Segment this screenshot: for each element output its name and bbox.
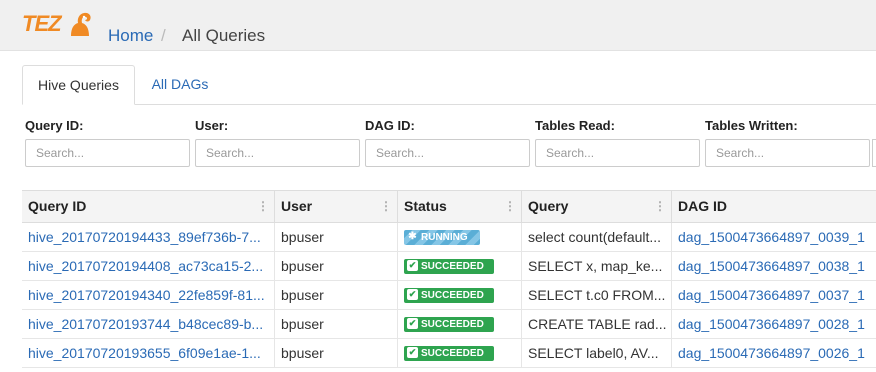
column-resize-grip-icon[interactable]: ⋮ [504, 191, 516, 222]
checkmark-icon: ✔ [407, 259, 418, 271]
dag-id-search-input[interactable] [365, 139, 530, 167]
table-header: Query ID ⋮ User ⋮ Status ⋮ Query ⋮ DAG ID [22, 191, 876, 223]
dag-id-link[interactable]: dag_1500473664897_0028_1 [671, 310, 876, 338]
user-cell: bpuser [274, 281, 397, 309]
filter-query-id: Query ID: [25, 118, 190, 167]
status-badge-succeeded: ✔ SUCCEEDED [404, 317, 494, 332]
query-id-link[interactable]: hive_20170720194408_ac73ca15-2... [22, 252, 274, 280]
status-cell: ✔ SUCCEEDED [397, 310, 521, 338]
column-header-query-id[interactable]: Query ID ⋮ [22, 191, 274, 222]
breadcrumb-current: All Queries [182, 26, 266, 45]
tez-camel-icon [71, 12, 91, 37]
column-header-label: User [281, 198, 313, 214]
spinner-icon: ✱ [408, 230, 417, 242]
table-row: hive_20170720193744_b48cec89-b... bpuser… [22, 310, 876, 339]
status-badge-succeeded: ✔ SUCCEEDED [404, 288, 494, 303]
dag-id-link[interactable]: dag_1500473664897_0038_1 [671, 252, 876, 280]
table-row: hive_20170720193655_6f09e1ae-1... bpuser… [22, 339, 876, 368]
query-cell: select count(default... [521, 223, 671, 251]
status-badge-running: ✱ RUNNING [404, 230, 480, 245]
query-id-link[interactable]: hive_20170720194340_22fe859f-81... [22, 281, 274, 309]
dag-id-link[interactable]: dag_1500473664897_0037_1 [671, 281, 876, 309]
checkmark-icon: ✔ [407, 317, 418, 329]
column-header-label: Query [528, 198, 569, 214]
user-cell: bpuser [274, 252, 397, 280]
column-header-label: Status [404, 198, 447, 214]
column-header-label: DAG ID [678, 198, 727, 214]
filter-tables-read: Tables Read: [535, 118, 700, 167]
status-badge-succeeded: ✔ SUCCEEDED [404, 259, 494, 274]
user-cell: bpuser [274, 223, 397, 251]
table-row: hive_20170720194408_ac73ca15-2... bpuser… [22, 252, 876, 281]
status-badge-label: SUCCEEDED [421, 261, 484, 272]
column-resize-grip-icon[interactable]: ⋮ [257, 191, 269, 222]
filter-label-user: User: [195, 118, 229, 133]
user-search-input[interactable] [195, 139, 360, 167]
filter-label-tables-read: Tables Read: [535, 118, 615, 133]
status-badge-label: SUCCEEDED [421, 319, 484, 330]
status-badge-label: RUNNING [421, 232, 468, 243]
column-header-query[interactable]: Query ⋮ [521, 191, 671, 222]
query-cell: CREATE TABLE rad... [521, 310, 671, 338]
status-cell: ✔ SUCCEEDED [397, 281, 521, 309]
dag-id-link[interactable]: dag_1500473664897_0039_1 [671, 223, 876, 251]
tab-bar: Hive Queries All DAGs [22, 65, 876, 105]
column-resize-grip-icon[interactable]: ⋮ [654, 191, 666, 222]
tab-hive-queries[interactable]: Hive Queries [22, 65, 135, 105]
column-resize-grip-icon[interactable]: ⋮ [380, 191, 392, 222]
status-cell: ✔ SUCCEEDED [397, 339, 521, 367]
filter-user: User: [195, 118, 360, 167]
user-cell: bpuser [274, 339, 397, 367]
filter-dag-id: DAG ID: [365, 118, 530, 167]
status-badge-succeeded: ✔ SUCCEEDED [404, 346, 494, 361]
column-header-status[interactable]: Status ⋮ [397, 191, 521, 222]
breadcrumb-separator: / [161, 26, 166, 45]
user-cell: bpuser [274, 310, 397, 338]
query-cell: SELECT x, map_ke... [521, 252, 671, 280]
tab-all-dags[interactable]: All DAGs [150, 65, 210, 103]
status-badge-label: SUCCEEDED [421, 290, 484, 301]
dag-id-link[interactable]: dag_1500473664897_0026_1 [671, 339, 876, 367]
status-badge-label: SUCCEEDED [421, 348, 484, 359]
tez-logo[interactable]: TEZ [22, 8, 94, 44]
column-header-label: Query ID [28, 198, 87, 214]
checkmark-icon: ✔ [407, 288, 418, 300]
next-filter-input-partial[interactable] [872, 139, 876, 167]
query-id-link[interactable]: hive_20170720194433_89ef736b-7... [22, 223, 274, 251]
query-id-link[interactable]: hive_20170720193744_b48cec89-b... [22, 310, 274, 338]
filter-label-dag-id: DAG ID: [365, 118, 415, 133]
query-cell: SELECT label0, AV... [521, 339, 671, 367]
filter-label-query-id: Query ID: [25, 118, 84, 133]
query-id-search-input[interactable] [25, 139, 190, 167]
query-id-link[interactable]: hive_20170720193655_6f09e1ae-1... [22, 339, 274, 367]
breadcrumb-home[interactable]: Home [108, 26, 153, 46]
column-header-dag-id[interactable]: DAG ID [671, 191, 876, 222]
queries-table: Query ID ⋮ User ⋮ Status ⋮ Query ⋮ DAG ID hi… [22, 190, 876, 368]
filter-tables-written: Tables Written: [705, 118, 870, 167]
checkmark-icon: ✔ [407, 346, 418, 358]
table-row: hive_20170720194433_89ef736b-7... bpuser… [22, 223, 876, 252]
top-navbar: TEZ Home / All Queries [0, 0, 876, 51]
logo-text: TEZ [22, 11, 62, 36]
tables-written-search-input[interactable] [705, 139, 870, 167]
tables-read-search-input[interactable] [535, 139, 700, 167]
status-cell: ✔ SUCCEEDED [397, 252, 521, 280]
filter-label-tables-written: Tables Written: [705, 118, 798, 133]
query-cell: SELECT t.c0 FROM... [521, 281, 671, 309]
column-header-user[interactable]: User ⋮ [274, 191, 397, 222]
status-cell: ✱ RUNNING [397, 223, 521, 251]
table-row: hive_20170720194340_22fe859f-81... bpuse… [22, 281, 876, 310]
